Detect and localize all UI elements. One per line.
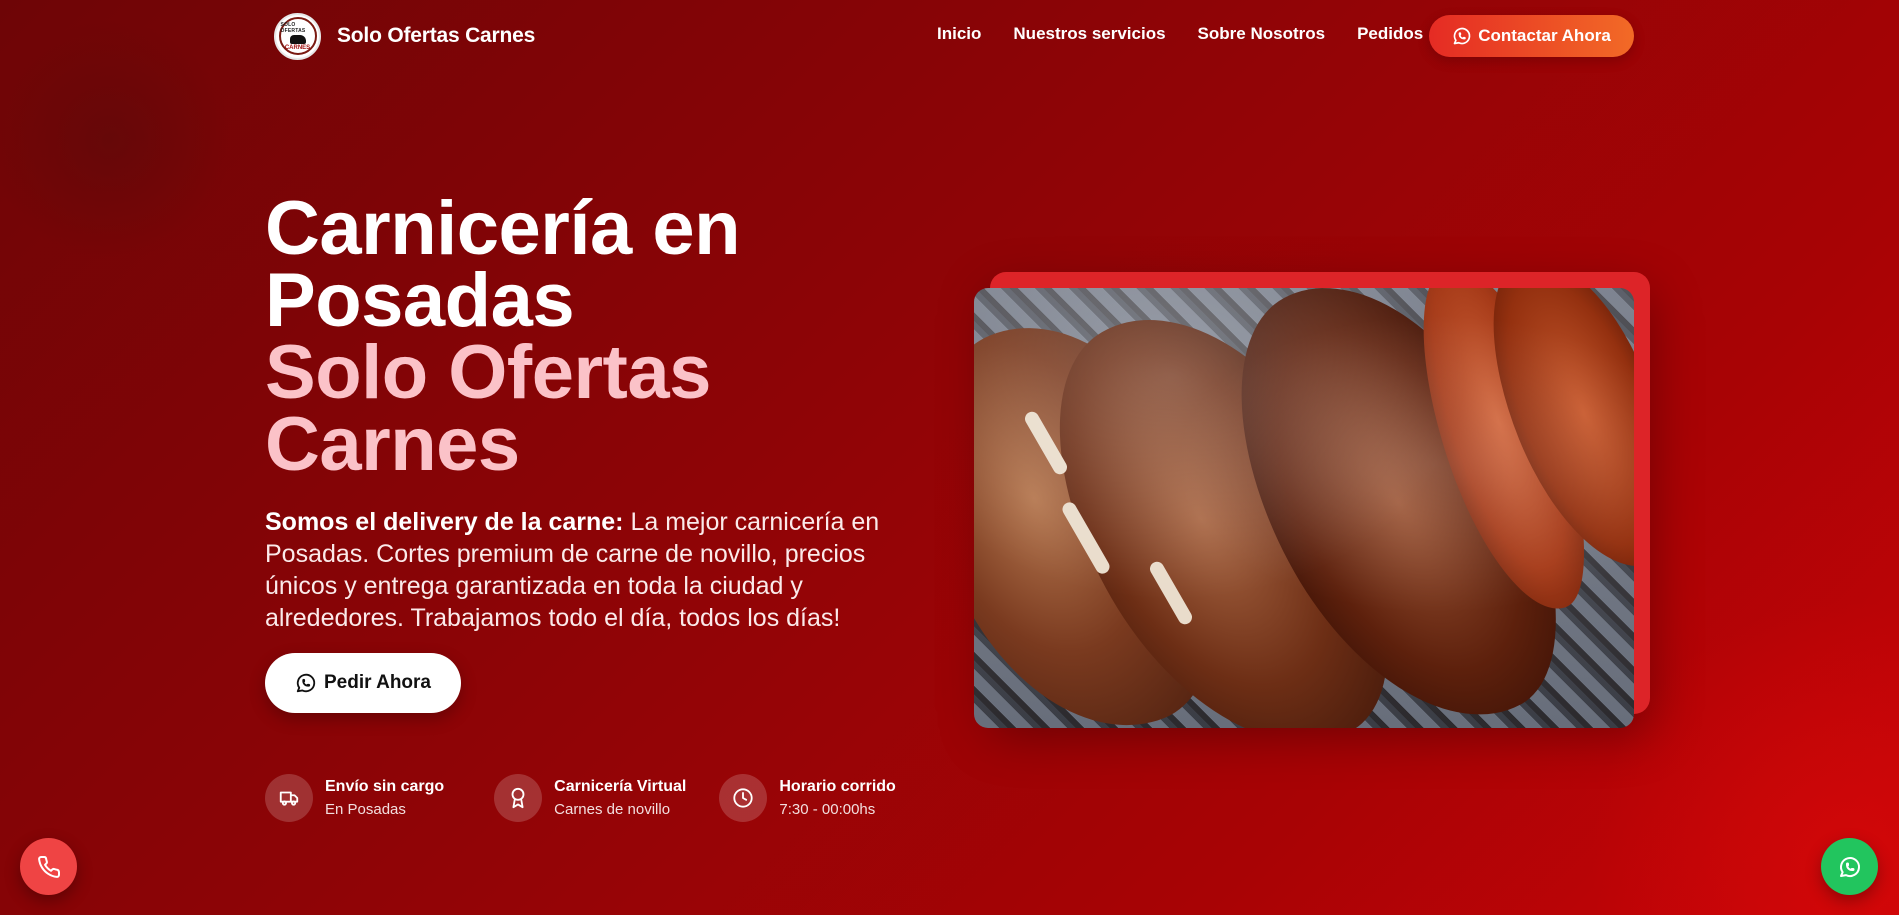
phone-icon	[37, 855, 60, 878]
hero-image-grilled-meat	[974, 288, 1634, 728]
hero-subtitle-line2: Carnes	[265, 402, 520, 487]
brand[interactable]: SOLO OFERTAS CARNES Solo Ofertas Carnes	[274, 12, 535, 60]
feature-title: Horario corrido	[779, 777, 896, 795]
feature-virtual-shop: Carnicería Virtual Carnes de novillo	[494, 774, 686, 822]
nav-links: Inicio Nuestros servicios Sobre Nosotros…	[937, 24, 1423, 44]
contact-now-button[interactable]: Contactar Ahora	[1429, 15, 1634, 57]
call-button[interactable]	[20, 838, 77, 895]
order-now-button[interactable]: Pedir Ahora	[265, 653, 461, 713]
whatsapp-icon	[1453, 27, 1471, 45]
hero-description-bold: Somos el delivery de la carne:	[265, 508, 624, 536]
award-icon	[494, 774, 543, 822]
nav-link-inicio[interactable]: Inicio	[937, 24, 981, 44]
logo-ring: SOLO OFERTAS CARNES	[278, 17, 317, 55]
hero-title-line2: Posadas	[265, 258, 575, 343]
nav-link-pedidos[interactable]: Pedidos	[1357, 24, 1423, 44]
feature-text: Carnicería Virtual Carnes de novillo	[554, 777, 686, 820]
truck-icon	[265, 774, 313, 822]
nav-link-sobre-nosotros[interactable]: Sobre Nosotros	[1198, 24, 1326, 44]
feature-subtitle: Carnes de novillo	[554, 800, 671, 818]
feature-subtitle: En Posadas	[325, 800, 406, 818]
feature-text: Horario corrido 7:30 - 00:00hs	[779, 777, 895, 820]
feature-text: Envío sin cargo En Posadas	[325, 777, 444, 820]
logo-text-bottom: CARNES	[284, 44, 311, 51]
hero-description: Somos el delivery de la carne: La mejor …	[265, 506, 905, 634]
feature-shipping: Envío sin cargo En Posadas	[265, 774, 444, 822]
hero-title: Carnicería en Posadas Solo Ofertas Carne…	[265, 186, 905, 487]
feature-title: Carnicería Virtual	[554, 777, 687, 795]
features-row: Envío sin cargo En Posadas Carnicería Vi…	[265, 774, 946, 822]
navbar: SOLO OFERTAS CARNES Solo Ofertas Carnes …	[0, 0, 1899, 72]
smoke-overlay	[974, 288, 1634, 728]
order-now-label: Pedir Ahora	[324, 672, 431, 693]
brand-logo[interactable]: SOLO OFERTAS CARNES	[274, 12, 321, 60]
feature-subtitle: 7:30 - 00:00hs	[779, 800, 876, 818]
whatsapp-icon	[296, 673, 316, 693]
feature-hours: Horario corrido 7:30 - 00:00hs	[719, 774, 896, 822]
logo-text-top: SOLO OFERTAS	[280, 21, 306, 34]
cow-icon	[289, 34, 306, 44]
feature-title: Envío sin cargo	[325, 777, 445, 795]
whatsapp-float-button[interactable]	[1821, 838, 1878, 895]
whatsapp-icon	[1839, 856, 1860, 877]
clock-icon	[719, 774, 768, 822]
brand-name[interactable]: Solo Ofertas Carnes	[337, 24, 535, 48]
contact-now-label: Contactar Ahora	[1478, 26, 1611, 45]
hero-title-line1: Carnicería en	[265, 186, 741, 271]
nav-link-servicios[interactable]: Nuestros servicios	[1013, 24, 1165, 44]
hero-subtitle-line1: Solo Ofertas	[265, 330, 711, 415]
